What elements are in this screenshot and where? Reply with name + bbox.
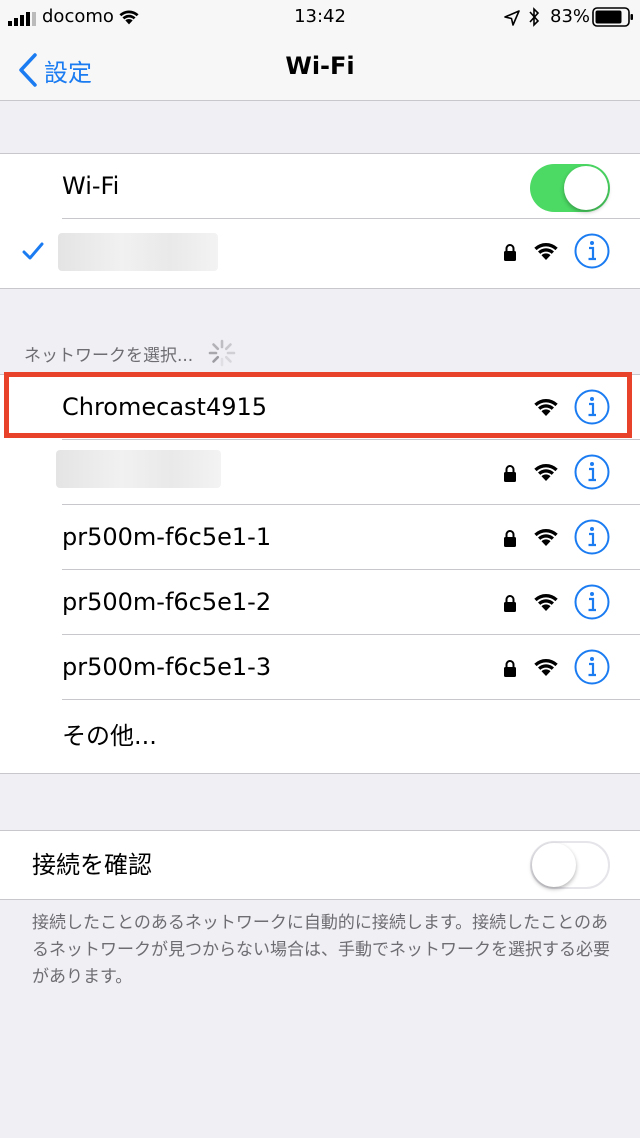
ask-to-join-group: 接続を確認 bbox=[0, 830, 640, 900]
clock: 13:42 bbox=[294, 6, 346, 27]
wifi-signal-icon bbox=[534, 243, 558, 260]
network-name-redacted bbox=[58, 233, 218, 271]
lock-icon bbox=[504, 244, 516, 261]
choose-network-header: ネットワークを選択... bbox=[24, 338, 237, 368]
network-row-pr500m-1[interactable]: pr500m-f6c5e1-1 bbox=[0, 505, 640, 570]
location-arrow-icon bbox=[504, 10, 520, 26]
wifi-toggle-label: Wi-Fi bbox=[62, 172, 120, 200]
wifi-signal-icon bbox=[534, 659, 558, 676]
connected-network-row[interactable] bbox=[0, 219, 640, 286]
wifi-toggle-switch[interactable] bbox=[530, 164, 610, 212]
info-icon[interactable] bbox=[574, 649, 610, 685]
other-network-label: その他... bbox=[62, 722, 157, 750]
network-row-redacted[interactable] bbox=[0, 440, 640, 505]
network-name: pr500m-f6c5e1-1 bbox=[62, 523, 272, 551]
lock-icon bbox=[504, 660, 516, 677]
other-network-row[interactable]: その他... bbox=[0, 700, 640, 772]
info-icon[interactable] bbox=[574, 454, 610, 490]
lock-icon bbox=[504, 595, 516, 612]
network-list: Chromecast4915 pr500m-f6c5e1-1 pr500m-f6… bbox=[0, 374, 640, 774]
toggle-knob bbox=[564, 166, 608, 210]
choose-network-label: ネットワークを選択... bbox=[24, 345, 194, 366]
wifi-signal-icon bbox=[534, 529, 558, 546]
network-name: pr500m-f6c5e1-3 bbox=[62, 653, 272, 681]
battery-percent: 83% bbox=[550, 6, 591, 27]
ask-to-join-toggle[interactable] bbox=[530, 841, 610, 889]
toggle-knob bbox=[532, 843, 576, 887]
lock-icon bbox=[504, 465, 516, 482]
bluetooth-icon bbox=[529, 7, 540, 27]
info-icon[interactable] bbox=[574, 233, 610, 269]
loading-spinner-icon bbox=[208, 339, 236, 367]
wifi-settings-group: Wi-Fi bbox=[0, 153, 640, 289]
wifi-toggle-row: Wi-Fi bbox=[0, 154, 640, 219]
wifi-signal-icon bbox=[534, 464, 558, 481]
wifi-signal-icon bbox=[534, 399, 558, 416]
page-title: Wi-Fi bbox=[285, 52, 355, 80]
navigation-bar: 設定 Wi-Fi bbox=[0, 40, 640, 101]
lock-icon bbox=[504, 530, 516, 547]
checkmark-icon bbox=[22, 242, 44, 260]
network-name: pr500m-f6c5e1-2 bbox=[62, 588, 272, 616]
info-icon[interactable] bbox=[574, 519, 610, 555]
ask-to-join-label: 接続を確認 bbox=[32, 851, 152, 879]
status-bar: docomo 13:42 83% bbox=[0, 0, 640, 40]
info-icon[interactable] bbox=[574, 389, 610, 425]
wifi-signal-icon bbox=[534, 594, 558, 611]
footer-description: 接続したことのあるネットワークに自動的に接続します。接続したことのあるネットワー… bbox=[32, 913, 610, 987]
ask-to-join-row: 接続を確認 bbox=[0, 831, 640, 899]
battery-icon bbox=[592, 7, 633, 27]
network-name: Chromecast4915 bbox=[62, 393, 268, 421]
network-name-redacted bbox=[56, 450, 221, 488]
network-row-pr500m-3[interactable]: pr500m-f6c5e1-3 bbox=[0, 635, 640, 700]
network-row-pr500m-2[interactable]: pr500m-f6c5e1-2 bbox=[0, 570, 640, 635]
info-icon[interactable] bbox=[574, 584, 610, 620]
network-row-chromecast[interactable]: Chromecast4915 bbox=[0, 375, 640, 440]
